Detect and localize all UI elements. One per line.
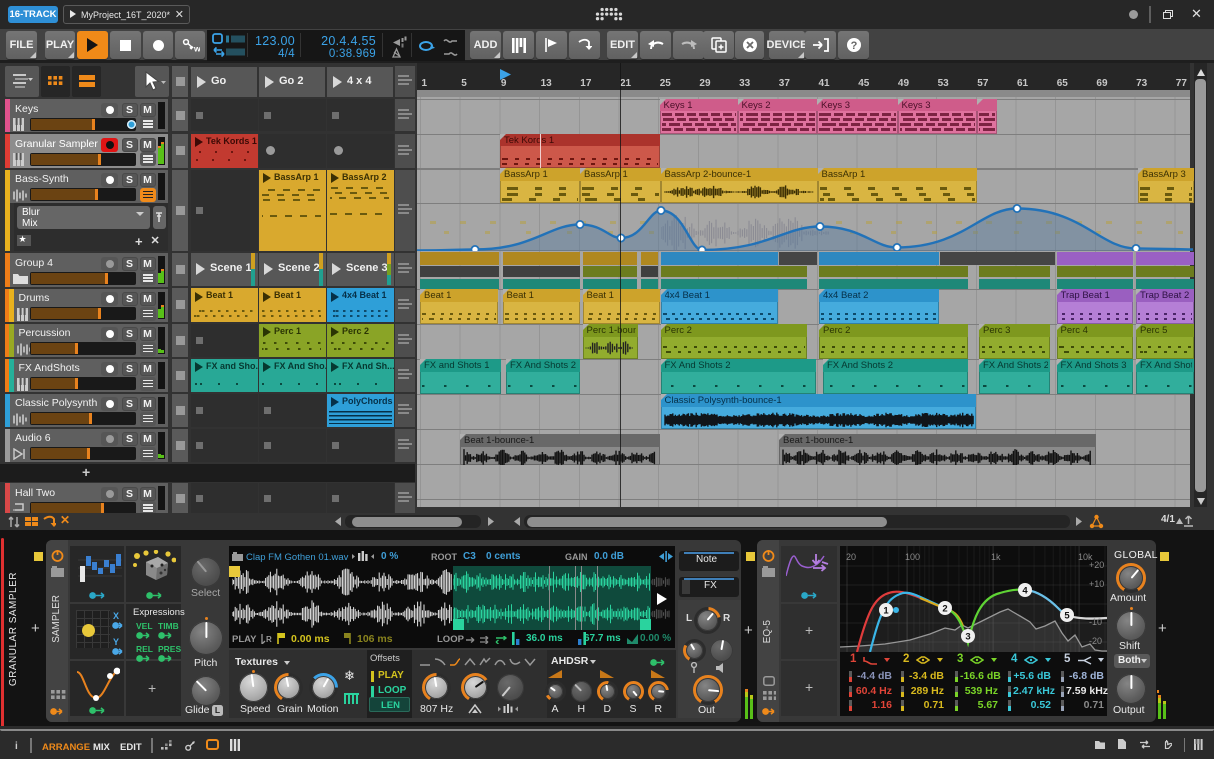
svg-text:?: ? (850, 40, 857, 52)
svg-text:w: w (193, 44, 200, 53)
svg-text:2: 2 (942, 604, 947, 615)
svg-text:5: 5 (1064, 611, 1070, 622)
svg-text:R: R (266, 635, 272, 644)
svg-text:3: 3 (965, 632, 970, 643)
svg-text:4: 4 (1022, 586, 1028, 597)
svg-text:1: 1 (883, 606, 889, 617)
